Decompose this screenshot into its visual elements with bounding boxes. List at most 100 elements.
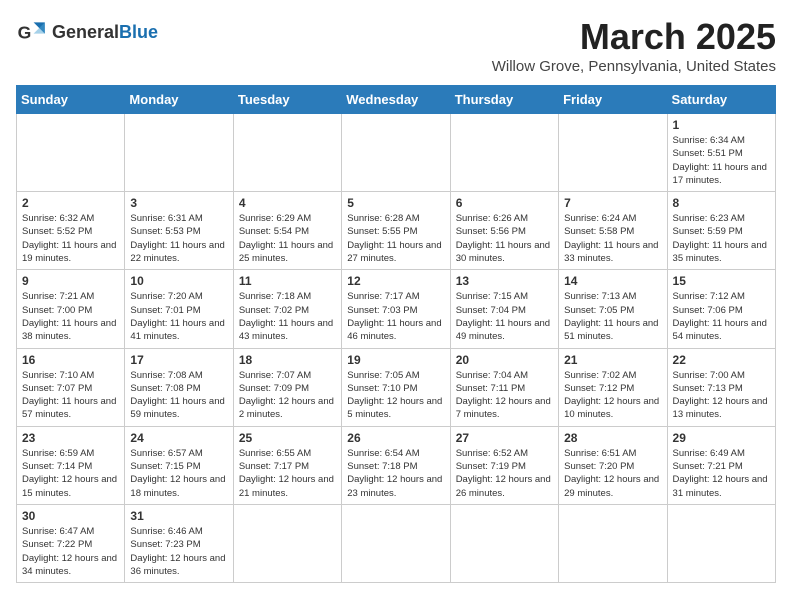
cell-info: Sunrise: 6:54 AM Sunset: 7:18 PM Dayligh… [347, 447, 444, 500]
calendar-cell [342, 504, 450, 582]
cell-info: Sunrise: 6:31 AM Sunset: 5:53 PM Dayligh… [130, 212, 227, 265]
day-number: 26 [347, 431, 444, 445]
calendar-cell: 23Sunrise: 6:59 AM Sunset: 7:14 PM Dayli… [17, 426, 125, 504]
calendar-cell: 4 Sunrise: 6:29 AM Sunset: 5:54 PM Daylig… [233, 192, 341, 270]
calendar-cell: 31 Sunrise: 6:46 AM Sunset: 7:23 PM Dayli… [125, 504, 233, 582]
cell-info: Sunrise: 6:34 AM Sunset: 5:51 PM Dayligh… [673, 134, 770, 187]
calendar-cell: 9Sunrise: 7:21 AM Sunset: 7:00 PM Daylig… [17, 270, 125, 348]
calendar-cell [125, 114, 233, 192]
calendar-cell: 20Sunrise: 7:04 AM Sunset: 7:11 PM Dayli… [450, 348, 558, 426]
cell-info: Sunrise: 6:28 AM Sunset: 5:55 PM Dayligh… [347, 212, 444, 265]
calendar-cell: 3Sunrise: 6:31 AM Sunset: 5:53 PM Daylig… [125, 192, 233, 270]
calendar-cell: 26 Sunrise: 6:54 AM Sunset: 7:18 PM Dayli… [342, 426, 450, 504]
calendar-cell: 8Sunrise: 6:23 AM Sunset: 5:59 PM Daylig… [667, 192, 775, 270]
cell-info: Sunrise: 7:05 AM Sunset: 7:10 PM Dayligh… [347, 369, 444, 422]
day-number: 5 [347, 196, 444, 210]
day-number: 30 [22, 509, 119, 523]
day-number: 7 [564, 196, 661, 210]
page-header: G GeneralBlue March 2025 Willow Grove, P… [16, 16, 776, 75]
cell-info: Sunrise: 6:32 AM Sunset: 5:52 PM Dayligh… [22, 212, 119, 265]
day-number: 28 [564, 431, 661, 445]
day-header-thursday: Thursday [450, 86, 558, 114]
calendar-cell: 21 Sunrise: 7:02 AM Sunset: 7:12 PM Dayli… [559, 348, 667, 426]
calendar-cell [559, 504, 667, 582]
calendar-cell [667, 504, 775, 582]
day-number: 25 [239, 431, 336, 445]
calendar-cell: 6 Sunrise: 6:26 AM Sunset: 5:56 PM Daylig… [450, 192, 558, 270]
day-number: 31 [130, 509, 227, 523]
calendar-week-row: 30 Sunrise: 6:47 AM Sunset: 7:22 PM Dayli… [17, 504, 776, 582]
calendar-cell: 22Sunrise: 7:00 AM Sunset: 7:13 PM Dayli… [667, 348, 775, 426]
logo: G GeneralBlue [16, 16, 158, 48]
cell-info: Sunrise: 6:49 AM Sunset: 7:21 PM Dayligh… [673, 447, 770, 500]
day-number: 11 [239, 274, 336, 288]
cell-info: Sunrise: 7:10 AM Sunset: 7:07 PM Dayligh… [22, 369, 119, 422]
logo-icon: G [16, 16, 48, 48]
calendar-week-row: 16 Sunrise: 7:10 AM Sunset: 7:07 PM Dayli… [17, 348, 776, 426]
day-number: 16 [22, 353, 119, 367]
day-number: 6 [456, 196, 553, 210]
calendar-cell: 12 Sunrise: 7:17 AM Sunset: 7:03 PM Dayli… [342, 270, 450, 348]
cell-info: Sunrise: 6:57 AM Sunset: 7:15 PM Dayligh… [130, 447, 227, 500]
day-number: 21 [564, 353, 661, 367]
calendar-week-row: 1 Sunrise: 6:34 AM Sunset: 5:51 PM Daylig… [17, 114, 776, 192]
day-number: 29 [673, 431, 770, 445]
calendar-cell: 29 Sunrise: 6:49 AM Sunset: 7:21 PM Dayli… [667, 426, 775, 504]
calendar-week-row: 2 Sunrise: 6:32 AM Sunset: 5:52 PM Daylig… [17, 192, 776, 270]
day-number: 15 [673, 274, 770, 288]
cell-info: Sunrise: 7:17 AM Sunset: 7:03 PM Dayligh… [347, 290, 444, 343]
calendar-cell [450, 114, 558, 192]
cell-info: Sunrise: 7:07 AM Sunset: 7:09 PM Dayligh… [239, 369, 336, 422]
day-number: 12 [347, 274, 444, 288]
calendar-cell: 5 Sunrise: 6:28 AM Sunset: 5:55 PM Daylig… [342, 192, 450, 270]
calendar-header-row: SundayMondayTuesdayWednesdayThursdayFrid… [17, 86, 776, 114]
day-number: 10 [130, 274, 227, 288]
svg-text:G: G [18, 22, 32, 42]
calendar-cell: 24Sunrise: 6:57 AM Sunset: 7:15 PM Dayli… [125, 426, 233, 504]
day-number: 1 [673, 118, 770, 132]
cell-info: Sunrise: 6:24 AM Sunset: 5:58 PM Dayligh… [564, 212, 661, 265]
calendar-cell: 2 Sunrise: 6:32 AM Sunset: 5:52 PM Daylig… [17, 192, 125, 270]
cell-info: Sunrise: 7:20 AM Sunset: 7:01 PM Dayligh… [130, 290, 227, 343]
day-number: 17 [130, 353, 227, 367]
calendar-cell: 16 Sunrise: 7:10 AM Sunset: 7:07 PM Dayli… [17, 348, 125, 426]
calendar-cell: 10 Sunrise: 7:20 AM Sunset: 7:01 PM Dayli… [125, 270, 233, 348]
calendar-cell [17, 114, 125, 192]
day-header-tuesday: Tuesday [233, 86, 341, 114]
day-number: 2 [22, 196, 119, 210]
cell-info: Sunrise: 7:13 AM Sunset: 7:05 PM Dayligh… [564, 290, 661, 343]
day-number: 8 [673, 196, 770, 210]
day-number: 23 [22, 431, 119, 445]
calendar-cell: 25Sunrise: 6:55 AM Sunset: 7:17 PM Dayli… [233, 426, 341, 504]
cell-info: Sunrise: 6:47 AM Sunset: 7:22 PM Dayligh… [22, 525, 119, 578]
cell-info: Sunrise: 6:29 AM Sunset: 5:54 PM Dayligh… [239, 212, 336, 265]
cell-info: Sunrise: 6:26 AM Sunset: 5:56 PM Dayligh… [456, 212, 553, 265]
day-number: 19 [347, 353, 444, 367]
calendar-week-row: 9Sunrise: 7:21 AM Sunset: 7:00 PM Daylig… [17, 270, 776, 348]
calendar-cell: 28Sunrise: 6:51 AM Sunset: 7:20 PM Dayli… [559, 426, 667, 504]
cell-info: Sunrise: 6:52 AM Sunset: 7:19 PM Dayligh… [456, 447, 553, 500]
day-number: 4 [239, 196, 336, 210]
day-number: 27 [456, 431, 553, 445]
calendar-cell: 1 Sunrise: 6:34 AM Sunset: 5:51 PM Daylig… [667, 114, 775, 192]
cell-info: Sunrise: 7:02 AM Sunset: 7:12 PM Dayligh… [564, 369, 661, 422]
calendar-cell: 18Sunrise: 7:07 AM Sunset: 7:09 PM Dayli… [233, 348, 341, 426]
calendar-cell: 19 Sunrise: 7:05 AM Sunset: 7:10 PM Dayli… [342, 348, 450, 426]
calendar-cell [233, 504, 341, 582]
day-number: 14 [564, 274, 661, 288]
calendar-cell: 27 Sunrise: 6:52 AM Sunset: 7:19 PM Dayli… [450, 426, 558, 504]
cell-info: Sunrise: 7:21 AM Sunset: 7:00 PM Dayligh… [22, 290, 119, 343]
calendar-cell: 30 Sunrise: 6:47 AM Sunset: 7:22 PM Dayli… [17, 504, 125, 582]
calendar-cell: 11 Sunrise: 7:18 AM Sunset: 7:02 PM Dayli… [233, 270, 341, 348]
calendar-week-row: 23Sunrise: 6:59 AM Sunset: 7:14 PM Dayli… [17, 426, 776, 504]
cell-info: Sunrise: 6:46 AM Sunset: 7:23 PM Dayligh… [130, 525, 227, 578]
cell-info: Sunrise: 7:04 AM Sunset: 7:11 PM Dayligh… [456, 369, 553, 422]
calendar-cell [450, 504, 558, 582]
calendar-cell [559, 114, 667, 192]
calendar-cell: 14 Sunrise: 7:13 AM Sunset: 7:05 PM Dayli… [559, 270, 667, 348]
cell-info: Sunrise: 7:12 AM Sunset: 7:06 PM Dayligh… [673, 290, 770, 343]
title-section: March 2025 Willow Grove, Pennsylvania, U… [492, 16, 776, 75]
cell-info: Sunrise: 7:18 AM Sunset: 7:02 PM Dayligh… [239, 290, 336, 343]
day-header-friday: Friday [559, 86, 667, 114]
cell-info: Sunrise: 7:00 AM Sunset: 7:13 PM Dayligh… [673, 369, 770, 422]
